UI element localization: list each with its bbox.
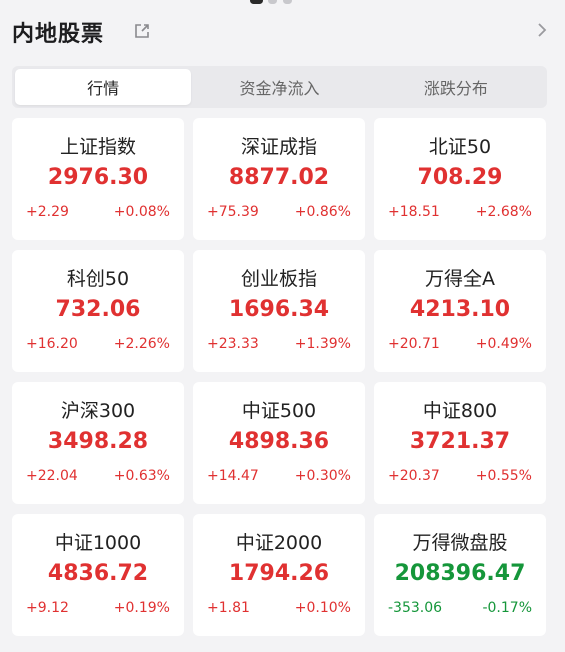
index-change: +18.51 [388,204,440,220]
tab-bar: 行情 资金净流入 涨跌分布 [12,66,547,108]
market-overview-page: 内地股票 行情 资金净流入 涨跌分布 上证指数 2976.30 +2.29 +0… [0,0,565,652]
index-name: 万得微盘股 [412,532,508,554]
index-value: 1794.26 [228,561,330,586]
index-name: 中证500 [241,400,317,422]
index-name: 科创50 [66,268,130,290]
index-value: 208396.47 [394,561,526,586]
index-value: 8877.02 [228,165,330,190]
index-change-pct: +1.39% [294,336,351,352]
index-change-pct: +2.26% [113,336,170,352]
index-change-pct: -0.17% [482,600,532,616]
index-change-pct: +2.68% [475,204,532,220]
index-change-pct: +0.19% [113,600,170,616]
index-card[interactable]: 万得微盘股 208396.47 -353.06 -0.17% [374,514,546,636]
page-dot[interactable] [268,0,277,4]
index-change-pct: +0.86% [294,204,351,220]
index-change: -353.06 [388,600,443,616]
index-card[interactable]: 中证2000 1794.26 +1.81 +0.10% [193,514,365,636]
index-card[interactable]: 创业板指 1696.34 +23.33 +1.39% [193,250,365,372]
index-name: 中证1000 [54,532,142,554]
index-value: 4898.36 [228,429,330,454]
index-value: 3498.28 [47,429,149,454]
index-grid: 上证指数 2976.30 +2.29 +0.08% 深证成指 8877.02 +… [12,118,547,636]
page-indicator [0,0,565,6]
index-card[interactable]: 科创50 732.06 +16.20 +2.26% [12,250,184,372]
tab-net-inflow[interactable]: 资金净流入 [191,69,367,105]
index-card[interactable]: 中证1000 4836.72 +9.12 +0.19% [12,514,184,636]
index-change: +20.37 [388,468,440,484]
index-value: 2976.30 [47,165,149,190]
section-header: 内地股票 [12,14,553,50]
index-card[interactable]: 沪深300 3498.28 +22.04 +0.63% [12,382,184,504]
index-change-pct: +0.49% [475,336,532,352]
index-change: +20.71 [388,336,440,352]
index-change-pct: +0.55% [475,468,532,484]
tab-distribution[interactable]: 涨跌分布 [368,69,544,105]
page-dot[interactable] [283,0,292,4]
index-card[interactable]: 深证成指 8877.02 +75.39 +0.86% [193,118,365,240]
index-change-pct: +0.30% [294,468,351,484]
tab-market[interactable]: 行情 [15,69,192,105]
index-change-pct: +0.08% [113,204,170,220]
index-change: +9.12 [26,600,69,616]
index-name: 创业板指 [240,268,317,290]
index-name: 上证指数 [59,136,136,158]
index-name: 中证800 [422,400,498,422]
index-value: 732.06 [55,297,141,322]
index-change: +14.47 [207,468,259,484]
index-card[interactable]: 万得全A 4213.10 +20.71 +0.49% [374,250,546,372]
page-dot-active[interactable] [250,0,263,4]
index-card[interactable]: 北证50 708.29 +18.51 +2.68% [374,118,546,240]
share-icon[interactable] [133,22,151,40]
index-card[interactable]: 中证500 4898.36 +14.47 +0.30% [193,382,365,504]
index-value: 4213.10 [409,297,511,322]
index-name: 深证成指 [240,136,317,158]
index-change: +2.29 [26,204,69,220]
index-name: 万得全A [425,268,495,290]
index-change-pct: +0.10% [294,600,351,616]
index-value: 3721.37 [409,429,511,454]
index-change: +16.20 [26,336,78,352]
index-change: +1.81 [207,600,250,616]
index-card[interactable]: 上证指数 2976.30 +2.29 +0.08% [12,118,184,240]
index-value: 4836.72 [47,561,149,586]
index-value: 708.29 [417,165,503,190]
index-change-pct: +0.63% [113,468,170,484]
index-value: 1696.34 [228,297,330,322]
section-title: 内地股票 [12,22,105,47]
index-name: 中证2000 [235,532,323,554]
index-change: +75.39 [207,204,259,220]
chevron-right-icon[interactable] [535,21,549,39]
index-card[interactable]: 中证800 3721.37 +20.37 +0.55% [374,382,546,504]
index-change: +23.33 [207,336,259,352]
index-name: 北证50 [428,136,492,158]
index-change: +22.04 [26,468,78,484]
index-name: 沪深300 [60,400,136,422]
